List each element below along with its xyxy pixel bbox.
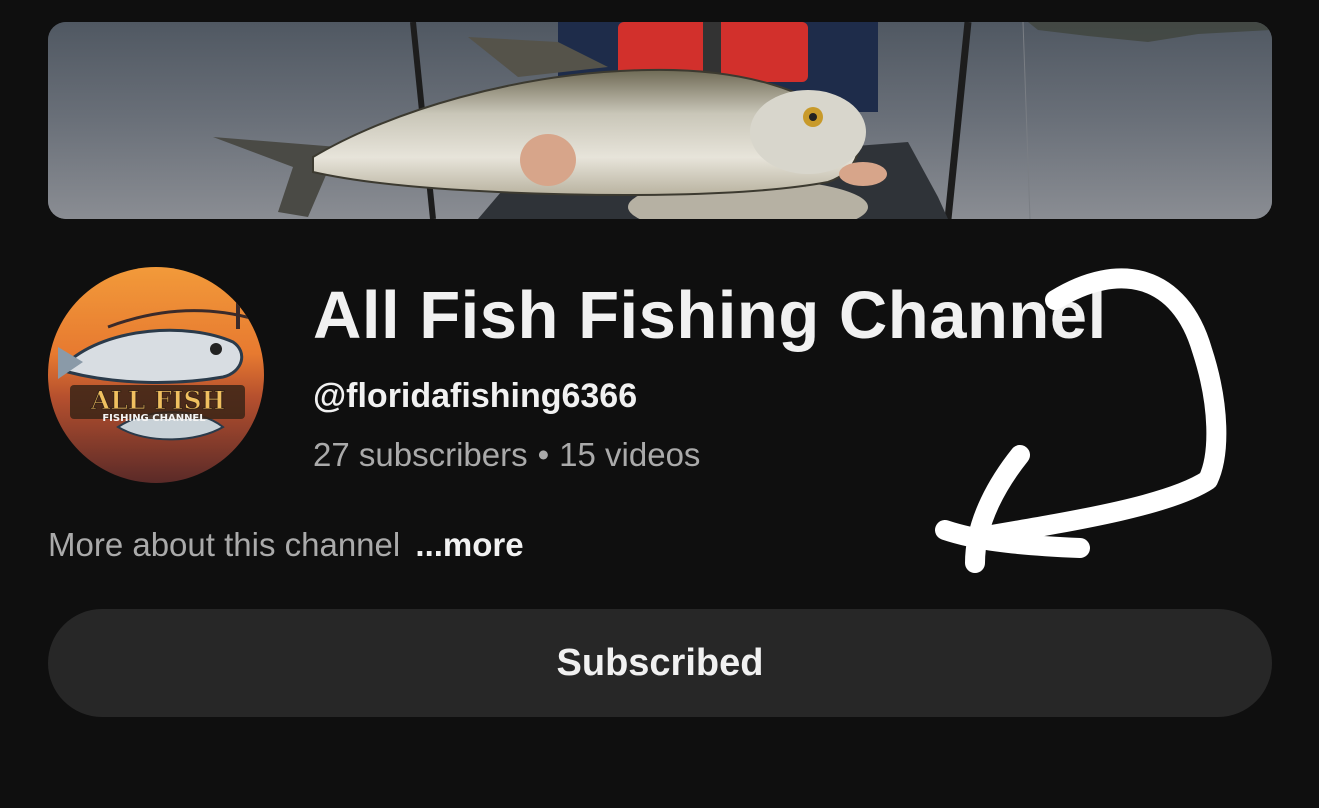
video-count: 15 videos	[559, 436, 701, 473]
channel-title: All Fish Fishing Channel	[313, 278, 1107, 353]
about-text: More about this channel	[48, 526, 401, 563]
subscribed-button[interactable]: Subscribed	[48, 609, 1272, 717]
subscriber-count: 27 subscribers	[313, 436, 528, 473]
channel-stats: 27 subscribers • 15 videos	[313, 434, 700, 476]
banner-fish-photo	[48, 22, 1272, 219]
channel-about[interactable]: More about this channel ...more	[48, 524, 524, 566]
more-link[interactable]: ...more	[415, 526, 523, 563]
logo-text-line2: FISHING CHANNEL	[102, 413, 206, 424]
channel-banner	[48, 22, 1272, 219]
stats-separator: •	[537, 436, 550, 473]
logo-text-line1: ALL FISH	[90, 386, 225, 415]
all-fish-logo-icon: ALL FISH FISHING CHANNEL	[48, 267, 264, 483]
channel-avatar[interactable]: ALL FISH FISHING CHANNEL	[48, 267, 264, 483]
channel-handle: @floridafishing6366	[313, 377, 638, 415]
